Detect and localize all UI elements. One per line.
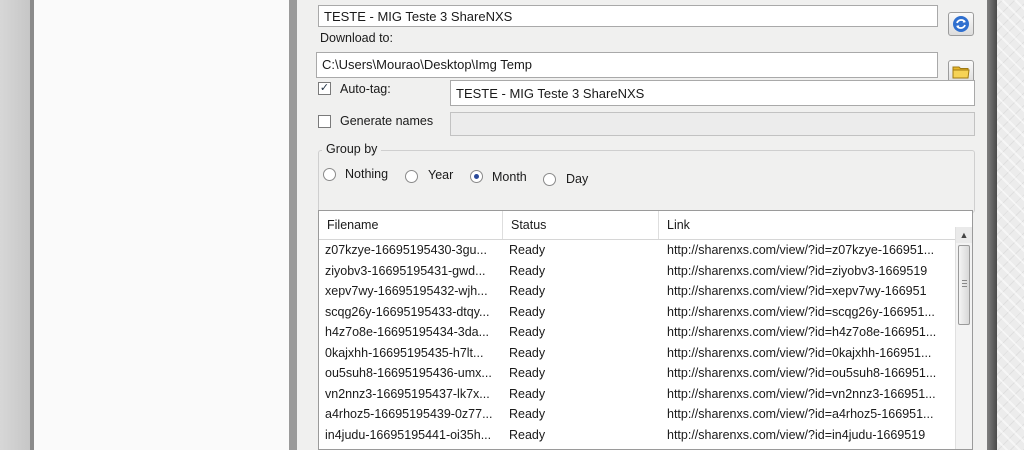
table-row[interactable]: h4z7o8e-16695195434-3da... Ready http://sh… — [319, 323, 956, 344]
table-row[interactable]: xepv7wy-16695195432-wjh... Ready http://sh… — [319, 282, 956, 303]
cell-link: http://sharenxs.com/view/?id=xepv7wy-166… — [667, 284, 927, 298]
column-header-link[interactable]: Link — [659, 211, 959, 239]
cell-status: Ready — [509, 407, 546, 421]
download-path-value: C:\Users\Mourao\Desktop\Img Temp — [322, 57, 532, 72]
cell-status: Ready — [509, 325, 546, 339]
cell-link: http://sharenxs.com/view/?id=vn2nnz3-166… — [667, 386, 936, 401]
radio-nothing[interactable] — [323, 168, 336, 181]
cell-filename: in4judu-16695195441-oi35h... — [325, 427, 492, 442]
cell-link: http://sharenxs.com/view/?id=z07kzye-166… — [667, 243, 935, 257]
generate-names-field[interactable] — [450, 112, 975, 136]
left-pane — [34, 0, 290, 450]
scroll-up-icon[interactable]: ▲ — [956, 227, 972, 243]
table-body: z07kzye-16695195430-3gu... Ready http://sh… — [319, 241, 956, 446]
cell-filename: z07kzye-16695195430-3gu... — [325, 243, 487, 257]
group-by-label: Group by — [322, 142, 382, 156]
cell-status: Ready — [509, 243, 546, 257]
radio-year-label: Year — [428, 168, 454, 182]
cell-filename: scqg26y-16695195433-dtqy... — [325, 304, 490, 319]
cell-link: http://sharenxs.com/view/?id=a4rhoz5-166… — [667, 407, 934, 421]
cell-filename: a4rhoz5-16695195439-0z77... — [325, 407, 493, 421]
cell-status: Ready — [509, 345, 546, 360]
download-path-field[interactable]: C:\Users\Mourao\Desktop\Img Temp — [316, 52, 938, 78]
cell-filename: ou5suh8-16695195436-umx... — [325, 366, 492, 380]
cell-status: Ready — [509, 386, 546, 401]
window-frame-right — [987, 0, 997, 450]
table-row[interactable]: vn2nnz3-16695195437-lk7x... Ready http://s… — [319, 385, 956, 406]
autotag-label: Auto-tag: — [340, 82, 391, 96]
radio-day[interactable] — [543, 173, 556, 186]
generate-names-checkbox[interactable] — [318, 115, 331, 128]
radio-day-label: Day — [566, 172, 589, 186]
autotag-checkbox[interactable]: ✓ — [318, 82, 331, 95]
generate-names-label: Generate names — [340, 114, 434, 128]
radio-month-label: Month — [492, 170, 527, 184]
refresh-button[interactable] — [948, 12, 974, 36]
table-row[interactable]: z07kzye-16695195430-3gu... Ready http://sh… — [319, 241, 956, 262]
table-row[interactable]: 0kajxhh-16695195435-h7lt... Ready http://s… — [319, 344, 956, 365]
autotag-field[interactable]: TESTE - MIG Teste 3 ShareNXS — [450, 80, 975, 106]
file-list-table: Filename Status Link z07kzye-16695195430… — [318, 210, 973, 450]
cell-link: http://sharenxs.com/view/?id=ziyobv3-166… — [667, 263, 928, 278]
cell-status: Ready — [509, 304, 546, 319]
cell-status: Ready — [509, 366, 546, 380]
cell-filename: xepv7wy-16695195432-wjh... — [325, 284, 488, 298]
table-row[interactable]: ou5suh8-16695195436-umx... Ready http://sh… — [319, 364, 956, 385]
cell-link: http://sharenxs.com/view/?id=scqg26y-166… — [667, 304, 935, 319]
table-row[interactable]: in4judu-16695195441-oi35h... Ready http://… — [319, 426, 956, 447]
window-frame-left — [0, 0, 34, 450]
cell-status: Ready — [509, 427, 546, 442]
table-row[interactable]: ziyobv3-16695195431-gwd... Ready http://sh… — [319, 262, 956, 283]
folder-icon — [952, 66, 970, 79]
table-header: Filename Status Link — [319, 211, 956, 240]
cell-link: http://sharenxs.com/view/?id=ou5suh8-166… — [667, 366, 937, 380]
cell-link: http://sharenxs.com/view/?id=h4z7o8e-166… — [667, 325, 937, 339]
column-header-filename[interactable]: Filename — [319, 211, 503, 239]
cell-link: http://sharenxs.com/view/?id=0kajxhh-166… — [667, 345, 932, 360]
table-row[interactable]: a4rhoz5-16695195439-0z77... Ready http://s… — [319, 405, 956, 426]
radio-month[interactable] — [470, 170, 483, 183]
cell-filename: ziyobv3-16695195431-gwd... — [325, 263, 486, 278]
radio-year[interactable] — [405, 170, 418, 183]
gallery-title-field[interactable]: TESTE - MIG Teste 3 ShareNXS — [318, 5, 938, 27]
window-frame-divider — [289, 0, 297, 450]
cell-status: Ready — [509, 263, 546, 278]
column-header-status[interactable]: Status — [503, 211, 659, 239]
group-by-groupbox — [318, 150, 975, 213]
radio-nothing-label: Nothing — [345, 167, 389, 181]
table-row[interactable]: scqg26y-16695195433-dtqy... Ready http://s… — [319, 303, 956, 324]
cell-filename: h4z7o8e-16695195434-3da... — [325, 325, 490, 339]
download-to-label: Download to: — [320, 31, 393, 45]
autotag-value: TESTE - MIG Teste 3 ShareNXS — [456, 86, 645, 101]
gallery-title-value: TESTE - MIG Teste 3 ShareNXS — [324, 9, 513, 24]
cell-filename: 0kajxhh-16695195435-h7lt... — [325, 345, 484, 360]
scrollbar-thumb[interactable] — [958, 245, 970, 325]
cell-filename: vn2nnz3-16695195437-lk7x... — [325, 386, 490, 401]
cell-status: Ready — [509, 284, 546, 298]
refresh-icon — [953, 16, 969, 32]
cell-link: http://sharenxs.com/view/?id=in4judu-166… — [667, 427, 926, 442]
